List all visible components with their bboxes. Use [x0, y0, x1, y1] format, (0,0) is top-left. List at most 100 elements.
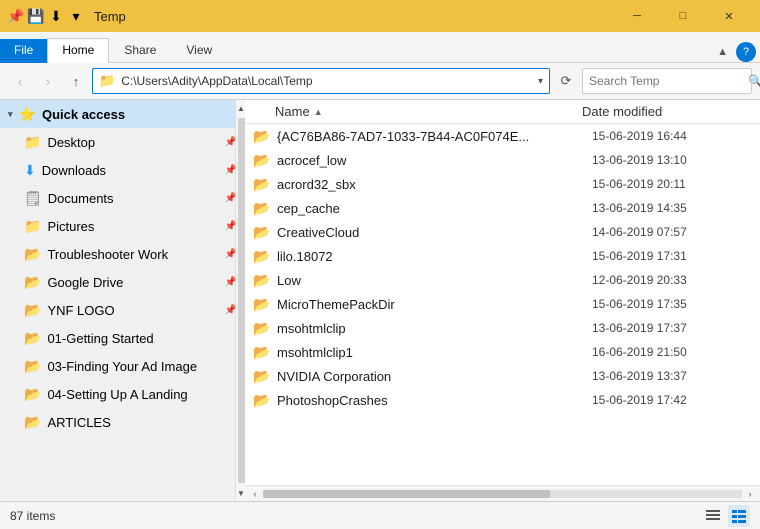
sidebar-item-desktop[interactable]: 📁 Desktop 📌	[0, 128, 245, 156]
folder-icon: 📂	[253, 176, 271, 193]
tab-home[interactable]: Home	[47, 38, 109, 63]
sidebar-item-ynf-logo[interactable]: 📂 YNF LOGO 📌	[0, 296, 245, 324]
title-bar: 📌 💾 ⬇ ▾ Temp ─ □ ✕	[0, 0, 760, 32]
path-folder-icon: 📁	[99, 73, 115, 89]
tab-view[interactable]: View	[171, 38, 227, 63]
file-date: 15-06-2019 16:44	[592, 129, 752, 143]
sidebar-item-troubleshooter[interactable]: 📂 Troubleshooter Work 📌	[0, 240, 245, 268]
folder-icon: 📂	[24, 330, 41, 347]
up-button[interactable]: ↑	[64, 69, 88, 93]
table-row[interactable]: 📂 {AC76BA86-7AD7-1033-7B44-AC0F074E... 1…	[245, 124, 760, 148]
search-icon[interactable]: 🔍	[748, 74, 760, 88]
finding-ad-label: 03-Finding Your Ad Image	[47, 359, 237, 374]
table-row[interactable]: 📂 CreativeCloud 14-06-2019 07:57	[245, 220, 760, 244]
main-content: ▾ ⭐ Quick access 📁 Desktop 📌 ⬇ Downloads…	[0, 100, 760, 501]
h-scroll-track	[263, 490, 742, 498]
ribbon-tab-bar: File Home Share View ▲ ?	[0, 32, 760, 62]
sidebar-scroll-down[interactable]: ▼	[236, 485, 245, 501]
header-date[interactable]: Date modified	[582, 104, 752, 119]
sidebar-item-articles[interactable]: 📂 ARTICLES	[0, 408, 245, 436]
folder-icon: 📂	[24, 302, 41, 319]
help-icon[interactable]: ?	[736, 42, 756, 62]
sort-icon: ▲	[314, 107, 323, 117]
table-row[interactable]: 📂 Low 12-06-2019 20:33	[245, 268, 760, 292]
sidebar: ▾ ⭐ Quick access 📁 Desktop 📌 ⬇ Downloads…	[0, 100, 245, 501]
folder-icon: 📁	[24, 218, 41, 235]
table-row[interactable]: 📂 msohtmlclip1 16-06-2019 21:50	[245, 340, 760, 364]
maximize-button[interactable]: □	[660, 0, 706, 32]
list-view-icon	[706, 509, 720, 523]
address-bar: ‹ › ↑ 📁 ▾ ⟳ 🔍	[0, 63, 760, 100]
back-button[interactable]: ‹	[8, 69, 32, 93]
star-icon: ⭐	[19, 106, 36, 123]
search-box: 🔍	[582, 68, 752, 94]
h-scroll-thumb[interactable]	[263, 490, 550, 498]
table-row[interactable]: 📂 lilo.18072 15-06-2019 17:31	[245, 244, 760, 268]
search-input[interactable]	[589, 74, 744, 88]
sidebar-item-finding-ad[interactable]: 📂 03-Finding Your Ad Image	[0, 352, 245, 380]
ribbon: File Home Share View ▲ ?	[0, 32, 760, 63]
file-date: 15-06-2019 20:11	[592, 177, 752, 191]
sidebar-item-google-drive[interactable]: 📂 Google Drive 📌	[0, 268, 245, 296]
sidebar-item-pictures[interactable]: 📁 Pictures 📌	[0, 212, 245, 240]
file-date: 16-06-2019 21:50	[592, 345, 752, 359]
folder-icon: 📂	[253, 224, 271, 241]
sidebar-scroll-up[interactable]: ▲	[236, 100, 245, 116]
download-icon: ⬇	[24, 162, 36, 179]
file-name: MicroThemePackDir	[277, 297, 586, 312]
tab-share[interactable]: Share	[109, 38, 171, 63]
window-title: Temp	[94, 9, 608, 24]
folder-icon: 📂	[253, 248, 271, 265]
sidebar-item-downloads[interactable]: ⬇ Downloads 📌	[0, 156, 245, 184]
header-name[interactable]: Name ▲	[275, 104, 578, 119]
table-row[interactable]: 📂 MicroThemePackDir 15-06-2019 17:35	[245, 292, 760, 316]
table-row[interactable]: 📂 acrord32_sbx 15-06-2019 20:11	[245, 172, 760, 196]
folder-icon: 📂	[253, 128, 271, 145]
scroll-right-button[interactable]: ›	[742, 486, 758, 502]
view-controls	[702, 505, 750, 527]
table-row[interactable]: 📂 cep_cache 13-06-2019 14:35	[245, 196, 760, 220]
save-icon: 💾	[28, 8, 44, 24]
file-list-header: Name ▲ Date modified	[245, 100, 760, 124]
articles-label: ARTICLES	[47, 415, 237, 430]
sidebar-item-documents[interactable]: 🗒 Documents 📌	[0, 184, 245, 212]
table-row[interactable]: 📂 msohtmlclip 13-06-2019 17:37	[245, 316, 760, 340]
sidebar-scroll: ▾ ⭐ Quick access 📁 Desktop 📌 ⬇ Downloads…	[0, 100, 245, 501]
down-icon: ⬇	[48, 8, 64, 24]
dropdown-icon[interactable]: ▾	[68, 8, 84, 24]
folder-icon: 📂	[253, 392, 271, 409]
file-name: msohtmlclip1	[277, 345, 586, 360]
table-row[interactable]: 📂 acrocef_low 13-06-2019 13:10	[245, 148, 760, 172]
sidebar-item-landing[interactable]: 📂 04-Setting Up A Landing	[0, 380, 245, 408]
sidebar-item-quick-access[interactable]: ▾ ⭐ Quick access	[0, 100, 245, 128]
ribbon-collapse-icon[interactable]: ▲	[713, 44, 732, 60]
folder-icon: 📂	[24, 274, 41, 291]
close-button[interactable]: ✕	[706, 0, 752, 32]
google-drive-label: Google Drive	[47, 275, 218, 290]
file-date: 15-06-2019 17:42	[592, 393, 752, 407]
file-list: 📂 {AC76BA86-7AD7-1033-7B44-AC0F074E... 1…	[245, 124, 760, 485]
list-view-button[interactable]	[702, 505, 724, 527]
address-path-box[interactable]: 📁 ▾	[92, 68, 550, 94]
table-row[interactable]: 📂 PhotoshopCrashes 15-06-2019 17:42	[245, 388, 760, 412]
file-date: 13-06-2019 13:37	[592, 369, 752, 383]
refresh-button[interactable]: ⟳	[554, 69, 578, 93]
file-name: {AC76BA86-7AD7-1033-7B44-AC0F074E...	[277, 129, 586, 144]
forward-button[interactable]: ›	[36, 69, 60, 93]
name-label: Name	[275, 104, 310, 119]
folder-icon: 📂	[253, 272, 271, 289]
sidebar-item-getting-started[interactable]: 📂 01-Getting Started	[0, 324, 245, 352]
file-date: 13-06-2019 14:35	[592, 201, 752, 215]
scroll-left-button[interactable]: ‹	[247, 486, 263, 502]
path-dropdown-icon[interactable]: ▾	[538, 76, 543, 87]
tab-file[interactable]: File	[0, 39, 47, 63]
details-view-button[interactable]	[728, 505, 750, 527]
landing-label: 04-Setting Up A Landing	[47, 387, 237, 402]
folder-icon: 📂	[24, 246, 41, 263]
minimize-button[interactable]: ─	[614, 0, 660, 32]
address-input[interactable]	[121, 74, 532, 88]
file-date: 15-06-2019 17:35	[592, 297, 752, 311]
ribbon-right: ▲ ?	[713, 42, 760, 62]
table-row[interactable]: 📂 NVIDIA Corporation 13-06-2019 13:37	[245, 364, 760, 388]
downloads-label: Downloads	[42, 163, 219, 178]
